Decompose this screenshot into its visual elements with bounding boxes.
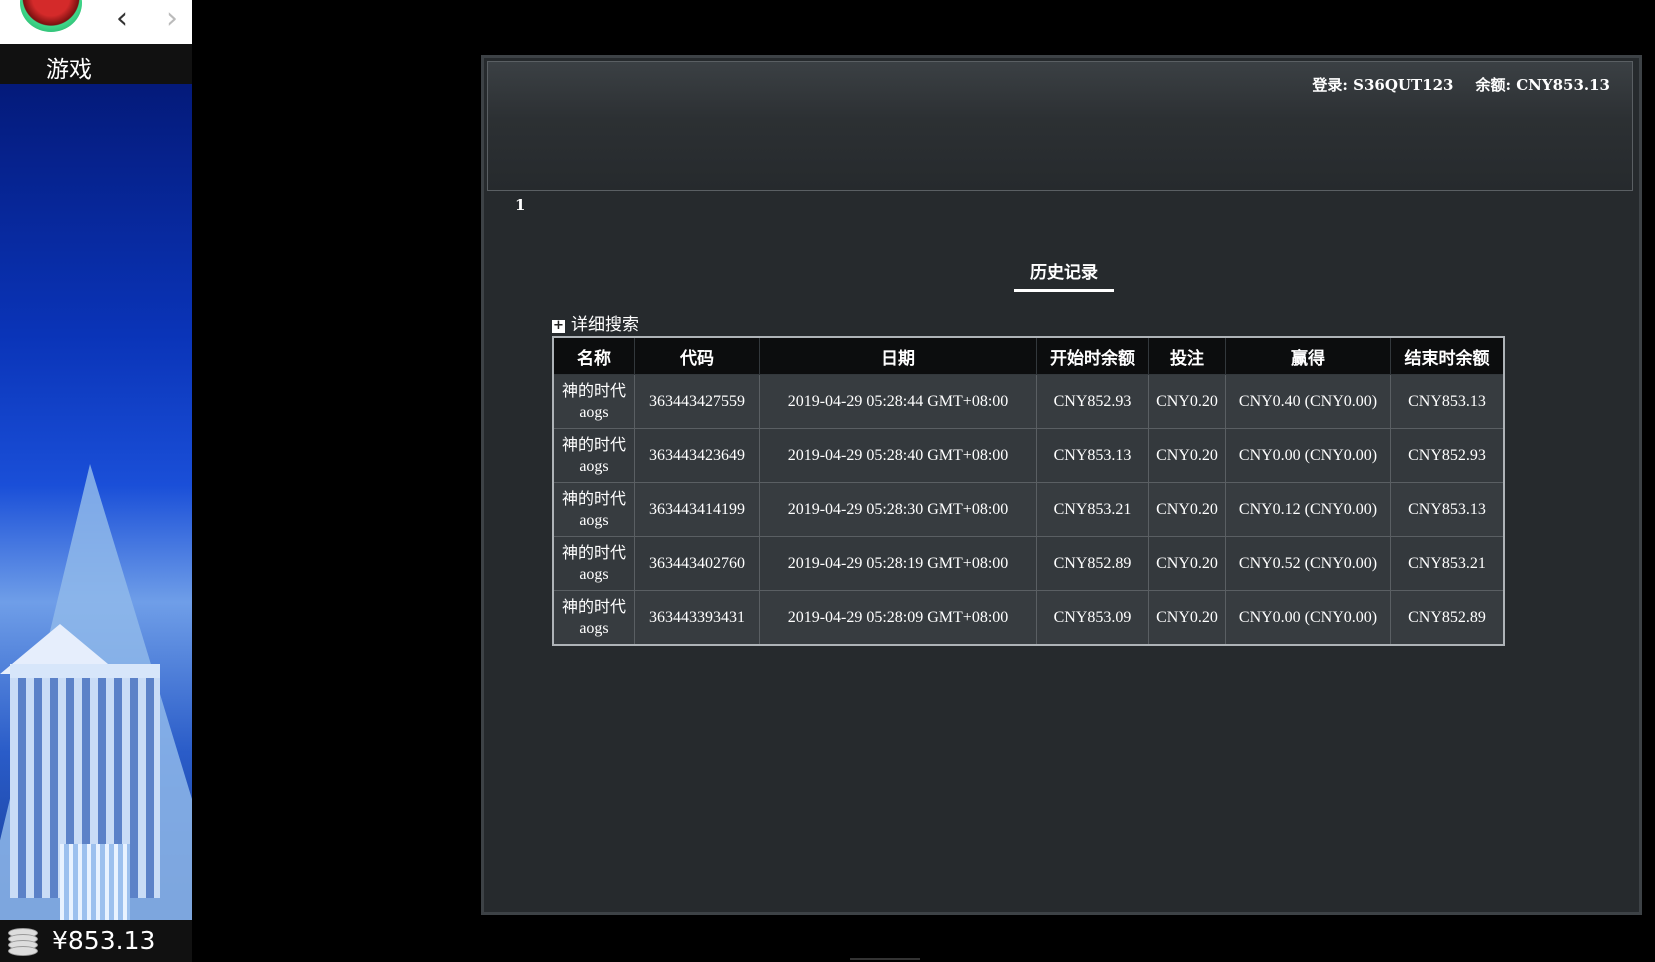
waterfall-art (60, 844, 130, 924)
start-balance-cell: CNY853.09 (1036, 590, 1149, 646)
win-cell: CNY0.12 (CNY0.00) (1225, 482, 1391, 537)
end-balance-cell: CNY853.13 (1390, 482, 1505, 537)
game-name-cell: 神的时代 aogs (552, 590, 635, 646)
game-name-en: aogs (579, 403, 609, 421)
panel-header: 登录: S36QUT123 余额: CNY853.13 (487, 61, 1633, 191)
sidebar: ‹ › 游戏 ¥853.13 (0, 0, 192, 962)
bet-cell: CNY0.20 (1148, 590, 1226, 646)
logo-icon[interactable] (20, 0, 82, 32)
start-balance-cell: CNY853.21 (1036, 482, 1149, 537)
game-name-cell: 神的时代 aogs (552, 374, 635, 429)
win-cell: CNY0.00 (CNY0.00) (1225, 428, 1391, 483)
game-name-cn: 神的时代 (561, 436, 626, 454)
start-balance-cell: CNY853.13 (1036, 428, 1149, 483)
date-cell: 2019-04-29 05:28:09 GMT+08:00 (759, 590, 1037, 646)
column-header: 代码 (634, 336, 760, 375)
end-balance-cell: CNY853.13 (1390, 374, 1505, 429)
column-header: 结束时余额 (1390, 336, 1505, 375)
user-info: 登录: S36QUT123 余额: CNY853.13 (1312, 74, 1610, 95)
end-balance-cell: CNY852.93 (1390, 428, 1505, 483)
bet-cell: CNY0.20 (1148, 482, 1226, 537)
game-name-cn: 神的时代 (561, 544, 626, 562)
table-row[interactable]: 神的时代 aogs 363443427559 2019-04-29 05:28:4… (552, 374, 1505, 429)
game-name-cn: 神的时代 (561, 598, 626, 616)
table-header-row: 名称 代码 日期 开始时余额 投注 赢得 结束时余额 (552, 336, 1505, 375)
code-cell[interactable]: 363443414199 (634, 482, 760, 537)
forward-arrow-icon[interactable]: › (158, 4, 186, 34)
game-name-cell: 神的时代 aogs (552, 482, 635, 537)
history-table: 名称 代码 日期 开始时余额 投注 赢得 结束时余额 神的时代 aogs 3634… (552, 336, 1505, 646)
column-header: 赢得 (1225, 336, 1391, 375)
bet-cell: CNY0.20 (1148, 374, 1226, 429)
game-name-en: aogs (579, 457, 609, 475)
game-name-cn: 神的时代 (561, 490, 626, 508)
table-row[interactable]: 神的时代 aogs 363443414199 2019-04-29 05:28:3… (552, 482, 1505, 537)
win-cell: CNY0.00 (CNY0.00) (1225, 590, 1391, 646)
sidebar-title: 游戏 (46, 57, 92, 83)
sidebar-balance: ¥853.13 (52, 926, 156, 955)
game-name-cell: 神的时代 aogs (552, 536, 635, 591)
code-cell[interactable]: 363443393431 (634, 590, 760, 646)
game-name-cn: 神的时代 (561, 382, 626, 400)
divider (850, 958, 920, 960)
balance-label: 余额: CNY853.13 (1475, 76, 1610, 94)
column-header: 开始时余额 (1036, 336, 1149, 375)
date-cell: 2019-04-29 05:28:30 GMT+08:00 (759, 482, 1037, 537)
table-row[interactable]: 神的时代 aogs 363443402760 2019-04-29 05:28:1… (552, 536, 1505, 591)
game-name-en: aogs (579, 619, 609, 637)
start-balance-cell: CNY852.93 (1036, 374, 1149, 429)
sidebar-toolbar: ‹ › (0, 0, 192, 44)
game-name-cell: 神的时代 aogs (552, 428, 635, 483)
date-cell: 2019-04-29 05:28:44 GMT+08:00 (759, 374, 1037, 429)
sidebar-title-bar[interactable]: 游戏 (0, 44, 192, 84)
game-name-en: aogs (579, 565, 609, 583)
detailed-search-toggle[interactable]: + 详细搜索 (552, 310, 639, 335)
coins-icon (8, 928, 38, 956)
table-row[interactable]: 神的时代 aogs 363443423649 2019-04-29 05:28:4… (552, 428, 1505, 483)
start-balance-cell: CNY852.89 (1036, 536, 1149, 591)
code-cell[interactable]: 363443423649 (634, 428, 760, 483)
date-cell: 2019-04-29 05:28:19 GMT+08:00 (759, 536, 1037, 591)
code-cell[interactable]: 363443427559 (634, 374, 760, 429)
column-header: 投注 (1148, 336, 1226, 375)
table-row[interactable]: 神的时代 aogs 363443393431 2019-04-29 05:28:0… (552, 590, 1505, 646)
bet-cell: CNY0.20 (1148, 428, 1226, 483)
login-label: 登录: S36QUT123 (1312, 76, 1454, 94)
code-cell[interactable]: 363443402760 (634, 536, 760, 591)
column-header: 日期 (759, 336, 1037, 375)
page-number[interactable]: 1 (515, 196, 525, 214)
expand-plus-icon[interactable]: + (552, 319, 565, 333)
bet-cell: CNY0.20 (1148, 536, 1226, 591)
win-cell: CNY0.40 (CNY0.00) (1225, 374, 1391, 429)
game-name-en: aogs (579, 511, 609, 529)
balance-bar: ¥853.13 (0, 920, 192, 962)
game-artwork (0, 84, 192, 924)
win-cell: CNY0.52 (CNY0.00) (1225, 536, 1391, 591)
end-balance-cell: CNY853.21 (1390, 536, 1505, 591)
history-tab[interactable]: 历史记录 (1014, 258, 1114, 292)
back-arrow-icon[interactable]: ‹ (108, 4, 136, 34)
date-cell: 2019-04-29 05:28:40 GMT+08:00 (759, 428, 1037, 483)
end-balance-cell: CNY852.89 (1390, 590, 1505, 646)
detailed-search-label: 详细搜索 (571, 315, 639, 335)
column-header: 名称 (552, 336, 635, 375)
history-panel: 登录: S36QUT123 余额: CNY853.13 1 历史记录 + 详细搜索 … (481, 55, 1642, 915)
